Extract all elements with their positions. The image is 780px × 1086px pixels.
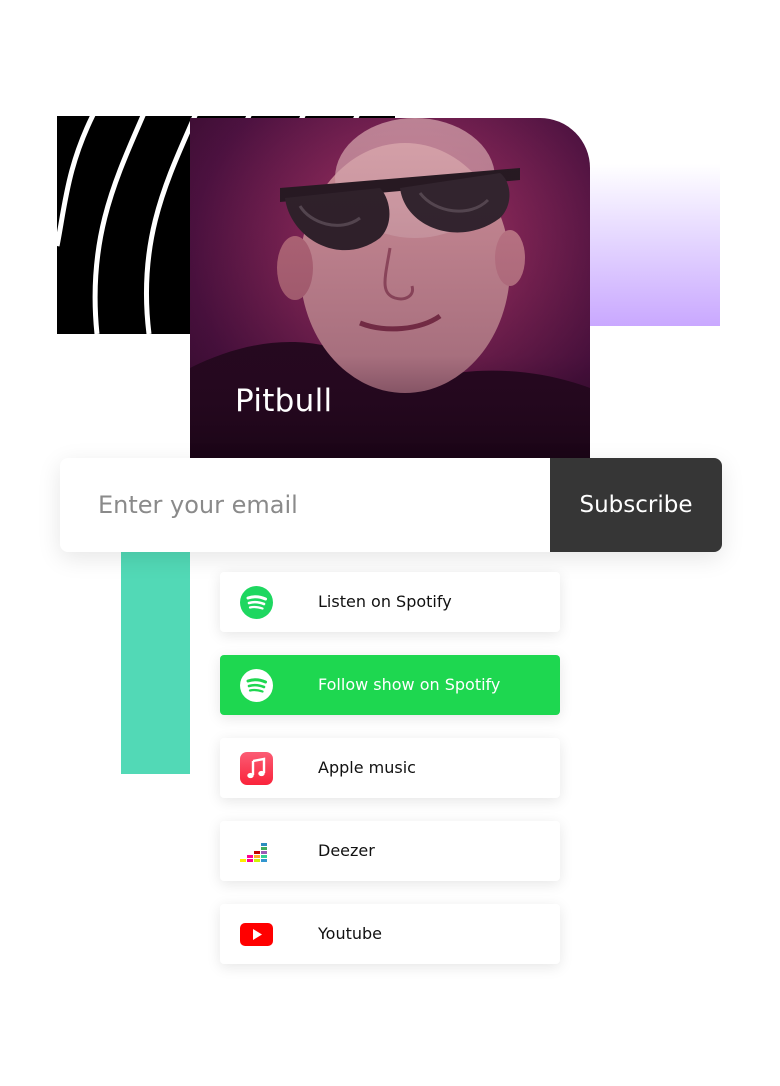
teal-accent-bar: [121, 540, 190, 774]
streaming-links: Listen on Spotify Follow show on Spotify: [220, 572, 560, 987]
listen-on-spotify-button[interactable]: Listen on Spotify: [220, 572, 560, 632]
spotify-icon: [240, 669, 273, 702]
apple-music-icon: [240, 752, 273, 785]
youtube-button[interactable]: Youtube: [220, 904, 560, 964]
artist-card: Pitbull: [190, 118, 590, 458]
link-label: Youtube: [318, 924, 382, 943]
artist-name: Pitbull: [235, 383, 333, 419]
deezer-icon: [240, 835, 273, 868]
subscribe-button[interactable]: Subscribe: [550, 458, 722, 552]
email-input[interactable]: [60, 458, 550, 552]
link-label: Follow show on Spotify: [318, 675, 501, 694]
deezer-button[interactable]: Deezer: [220, 821, 560, 881]
spotify-icon: [240, 586, 273, 619]
follow-show-on-spotify-button[interactable]: Follow show on Spotify: [220, 655, 560, 715]
youtube-icon: [240, 918, 273, 951]
purple-gradient-block: [588, 164, 720, 326]
subscribe-form: Subscribe: [60, 458, 722, 552]
link-label: Apple music: [318, 758, 416, 777]
link-label: Deezer: [318, 841, 375, 860]
apple-music-button[interactable]: Apple music: [220, 738, 560, 798]
link-label: Listen on Spotify: [318, 592, 452, 611]
